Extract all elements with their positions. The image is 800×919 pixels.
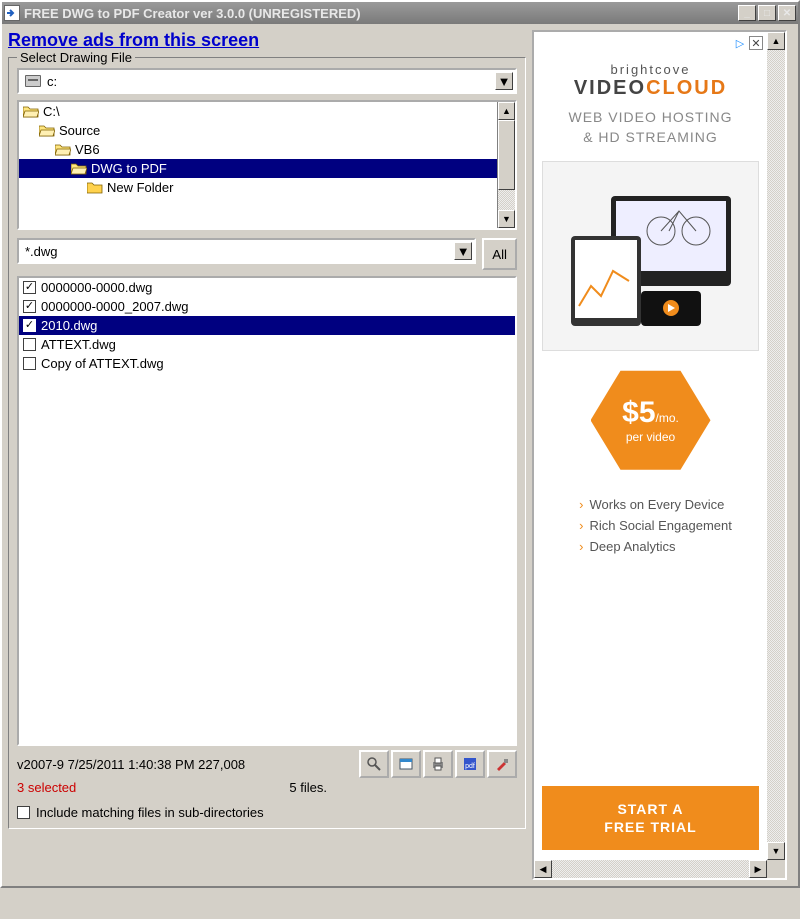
window-title: FREE DWG to PDF Creator ver 3.0.0 (UNREG… (24, 6, 736, 21)
ad-hero-image (542, 161, 759, 351)
zoom-button[interactable] (359, 750, 389, 778)
tree-scrollbar[interactable]: ▲ ▼ (497, 102, 515, 228)
file-item[interactable]: Copy of ATTEXT.dwg (19, 354, 515, 373)
ad-content[interactable]: ▷ ✕ brightcove VIDEOCLOUD WEB VIDEO HOST… (534, 32, 767, 860)
file-name: ATTEXT.dwg (41, 337, 116, 352)
app-window: FREE DWG to PDF Creator ver 3.0.0 (UNREG… (0, 0, 800, 888)
tree-item[interactable]: New Folder (19, 178, 497, 197)
file-checkbox[interactable] (23, 300, 36, 313)
all-button[interactable]: All (482, 238, 517, 270)
scroll-down-button[interactable]: ▼ (498, 210, 515, 228)
file-name: 2010.dwg (41, 318, 97, 333)
ad-logo: VIDEOCLOUD (574, 77, 727, 100)
file-checkbox[interactable] (23, 338, 36, 351)
explorer-icon (398, 756, 414, 772)
arrow-icon: › (579, 539, 583, 554)
ad-cta-button[interactable]: START AFREE TRIAL (542, 786, 759, 850)
drive-combo-value: c: (47, 74, 57, 89)
folder-icon (71, 162, 87, 175)
ad-panel: ▷ ✕ brightcove VIDEOCLOUD WEB VIDEO HOST… (532, 30, 787, 880)
ad-bullets: ›Works on Every Device ›Rich Social Engag… (579, 491, 732, 560)
ad-price-badge: $5/mo. per video (591, 365, 711, 475)
filter-value: *.dwg (25, 244, 58, 259)
ad-scrollbar-v[interactable]: ▲ ▼ (767, 32, 785, 860)
drive-combo[interactable]: c: ▼ (17, 68, 517, 94)
maximize-button[interactable]: □ (758, 5, 776, 21)
ad-bullet: ›Rich Social Engagement (579, 518, 732, 533)
tree-item-label: C:\ (43, 104, 60, 119)
tree-item[interactable]: C:\ (19, 102, 497, 121)
scroll-thumb[interactable] (498, 120, 515, 190)
scroll-down-button[interactable]: ▼ (767, 842, 785, 860)
scroll-up-button[interactable]: ▲ (498, 102, 515, 120)
ad-tagline: WEB VIDEO HOSTING& HD STREAMING (568, 108, 732, 147)
pdf-icon: pdf (462, 756, 478, 772)
minimize-button[interactable]: _ (738, 5, 756, 21)
tree-item-label: VB6 (75, 142, 100, 157)
zoom-icon (366, 756, 382, 772)
ad-scrollbar-h[interactable]: ◀ ▶ (534, 860, 767, 878)
chevron-down-icon[interactable]: ▼ (495, 72, 513, 90)
ad-brand: brightcove (611, 62, 691, 77)
remove-ads-link[interactable]: Remove ads from this screen (8, 30, 526, 51)
scroll-track[interactable] (498, 120, 515, 210)
scroll-left-button[interactable]: ◀ (534, 860, 552, 878)
scroll-right-button[interactable]: ▶ (749, 860, 767, 878)
folder-icon (39, 124, 55, 137)
ad-bullet: ›Works on Every Device (579, 497, 732, 512)
print-button[interactable] (423, 750, 453, 778)
tree-item[interactable]: Source (19, 121, 497, 140)
tree-item-label: DWG to PDF (91, 161, 167, 176)
settings-button[interactable] (487, 750, 517, 778)
status-line: v2007-9 7/25/2011 1:40:38 PM 227,008 (17, 757, 245, 772)
ad-bullet: ›Deep Analytics (579, 539, 732, 554)
folder-icon (87, 181, 103, 194)
selected-count: 3 selected (17, 780, 76, 795)
scroll-up-button[interactable]: ▲ (767, 32, 785, 50)
file-name: Copy of ATTEXT.dwg (41, 356, 164, 371)
arrow-icon: › (579, 518, 583, 533)
tree-item-label: New Folder (107, 180, 173, 195)
file-checkbox[interactable] (23, 357, 36, 370)
file-item[interactable]: 2010.dwg (19, 316, 515, 335)
include-sub-label: Include matching files in sub-directorie… (36, 805, 264, 820)
tree-item[interactable]: VB6 (19, 140, 497, 159)
scroll-track[interactable] (767, 50, 785, 842)
include-sub-checkbox[interactable] (17, 806, 30, 819)
pdf-button[interactable]: pdf (455, 750, 485, 778)
scroll-corner (767, 860, 785, 878)
file-name: 0000000-0000.dwg (41, 280, 152, 295)
file-checkbox[interactable] (23, 281, 36, 294)
tree-item[interactable]: DWG to PDF (19, 159, 497, 178)
adchoices-icon[interactable]: ▷ (733, 36, 747, 50)
file-count: 5 files. (289, 780, 327, 795)
drive-icon (25, 75, 41, 87)
explorer-button[interactable] (391, 750, 421, 778)
chevron-down-icon[interactable]: ▼ (454, 242, 472, 260)
file-name: 0000000-0000_2007.dwg (41, 299, 188, 314)
folder-tree[interactable]: C:\ Source VB6 DWG to PDF New Folder ▲ ▼ (17, 100, 517, 230)
file-checkbox[interactable] (23, 319, 36, 332)
arrow-icon: › (579, 497, 583, 512)
file-item[interactable]: 0000000-0000.dwg (19, 278, 515, 297)
group-title: Select Drawing File (17, 50, 135, 65)
scroll-track[interactable] (552, 860, 749, 878)
folder-icon (23, 105, 39, 118)
ad-close-button[interactable]: ✕ (749, 36, 763, 50)
svg-text:pdf: pdf (465, 763, 475, 770)
file-list[interactable]: 0000000-0000.dwg 0000000-0000_2007.dwg 201… (17, 276, 517, 746)
select-drawing-group: Select Drawing File c: ▼ C:\SourceVB6DWG… (8, 57, 526, 829)
print-icon (430, 756, 446, 772)
close-button[interactable]: ✕ (778, 5, 796, 21)
file-item[interactable]: 0000000-0000_2007.dwg (19, 297, 515, 316)
tree-item-label: Source (59, 123, 100, 138)
filter-combo[interactable]: *.dwg ▼ (17, 238, 476, 264)
titlebar[interactable]: FREE DWG to PDF Creator ver 3.0.0 (UNREG… (2, 2, 798, 24)
file-item[interactable]: ATTEXT.dwg (19, 335, 515, 354)
app-icon (4, 5, 20, 21)
folder-icon (55, 143, 71, 156)
settings-icon (494, 756, 510, 772)
